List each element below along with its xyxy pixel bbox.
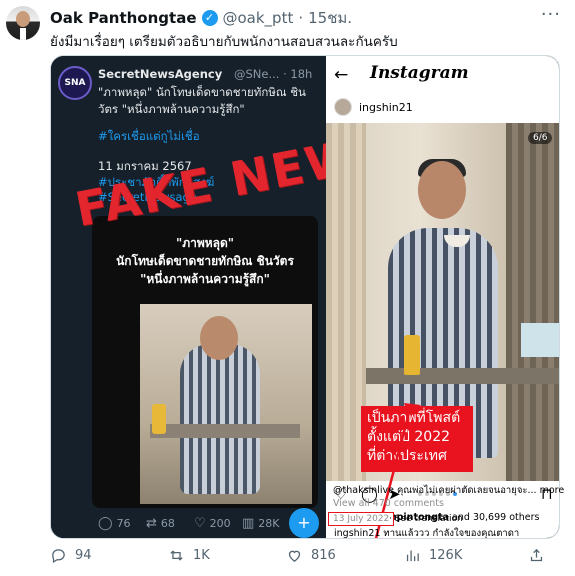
reply-count: 94 <box>75 548 92 563</box>
views-icon: ▥ <box>242 516 255 531</box>
ig-bookmark-icon: ⊓ <box>541 485 553 503</box>
inner-photo-bottle <box>152 404 166 434</box>
sna-reply-count: 76 <box>116 517 131 530</box>
ig-dot <box>432 492 436 496</box>
ig-dot <box>425 492 429 496</box>
views-count: 126K <box>429 548 463 563</box>
sna-reply: ◯ 76 <box>98 516 146 531</box>
sna-hashtag-1: #ใครเชื่อแต่กูไม่เชื่อ <box>98 129 200 143</box>
more-options-icon[interactable]: ··· <box>541 4 561 25</box>
heart-icon <box>288 550 301 562</box>
inner-photo-person <box>180 344 260 494</box>
inner-title-3: "หนึ่งภาพล้านความรู้สึก" <box>140 272 270 286</box>
ig-carousel-dots <box>418 492 457 496</box>
tweet-text: ยังมีมาเรื่อยๆ เตรียมตัวอธิบายกับพนักงาน… <box>50 34 398 50</box>
author-handle[interactable]: @oak_ptt <box>223 9 294 27</box>
reply-button[interactable]: 94 <box>50 547 92 564</box>
sna-like-count: 200 <box>209 517 231 530</box>
ig-dot <box>439 492 443 496</box>
sna-repost: ⇄ 68 <box>146 516 194 531</box>
compose-fab-icon: + <box>289 508 319 538</box>
ig-likes-suffix: and 30,699 others <box>449 512 540 523</box>
instagram-logo: Instagram <box>370 63 469 83</box>
left-screenshot-panel[interactable]: SNA SecretNewsAgency @SNe... · 18h "ภาพห… <box>51 56 399 538</box>
separator-dot: · <box>298 9 304 27</box>
ig-caption-line-1: ingshin21 ทานแล้ววว กำลังใจของคุณตาดา <box>334 528 520 539</box>
reply-icon: ◯ <box>98 516 113 531</box>
views-button[interactable]: 126K <box>404 547 462 564</box>
ig-likes-line: Liked by pimpintongta and 30,699 others <box>334 512 539 523</box>
repost-count: 1K <box>193 548 210 563</box>
ig-username: ingshin21 <box>359 101 413 114</box>
ig-photo-head <box>418 161 466 219</box>
like-count: 816 <box>311 548 336 563</box>
inner-photo <box>140 304 312 504</box>
ig-heart-icon: ♡ <box>334 485 348 503</box>
views-chart-icon <box>406 550 419 562</box>
share-icon <box>530 548 543 562</box>
sna-repost-count: 68 <box>160 517 175 530</box>
ig-dot-active <box>453 492 457 496</box>
sna-embedded-image: "ภาพหลุด" นักโทษเด็ดขาดชายทักษิณ ชินวัตร… <box>92 216 318 508</box>
share-button[interactable] <box>528 547 545 564</box>
sna-account-name: SecretNewsAgency <box>98 67 223 81</box>
ig-dot <box>446 492 450 496</box>
ig-carousel-counter: 6/6 <box>528 132 553 144</box>
like-button[interactable]: 816 <box>286 547 336 564</box>
avatar-face <box>16 11 30 27</box>
sna-views-count: 28K <box>258 517 280 530</box>
right-instagram-panel[interactable]: ← Instagram ingshin21 6/6 เป็นภาพที่โพสต… <box>326 56 559 539</box>
ig-photo-tissue-box <box>521 323 559 357</box>
tweet-header: Oak Panthongtae ✓ @oak_ptt · 15ชม. <box>50 6 352 30</box>
ig-likes-prefix: Liked by <box>334 512 377 523</box>
ig-photo-bottle <box>404 335 420 375</box>
repost-icon <box>170 550 183 561</box>
author-avatar[interactable] <box>6 6 40 40</box>
sna-post-line-1: "ภาพหลุด" นักโทษเด็ดขาดชายทักษิณ ชิน <box>98 85 306 99</box>
reply-icon <box>52 549 65 564</box>
sna-post-line-2: วัตร "หนึ่งภาพล้านความรู้สึก" <box>98 102 245 116</box>
author-name[interactable]: Oak Panthongtae <box>50 9 197 27</box>
avatar-shirt <box>20 28 26 40</box>
repost-icon: ⇄ <box>146 516 157 531</box>
secretnewsagency-logo: SNA <box>58 66 92 100</box>
ig-comment-icon: ◯ <box>361 485 378 503</box>
ig-dot <box>418 492 422 496</box>
ig-photo-table <box>366 368 559 384</box>
sna-views: ▥ 28K <box>242 516 290 531</box>
ig-likes-user: pimpintongta <box>376 512 450 523</box>
ig-share-icon: ➤ <box>388 485 401 503</box>
repost-button[interactable]: 1K <box>168 547 210 564</box>
sna-account-handle: @SNe... · 18h <box>234 67 313 81</box>
inner-photo-head <box>200 316 238 360</box>
inner-title-1: "ภาพหลุด" <box>175 236 235 250</box>
back-arrow-icon: ← <box>334 65 349 85</box>
verified-badge-icon: ✓ <box>201 10 218 26</box>
sna-like: ♡ 200 <box>194 516 242 531</box>
tweet-media[interactable]: SNA SecretNewsAgency @SNe... · 18h "ภาพห… <box>50 55 560 539</box>
tweet-action-bar: 94 1K 816 126K <box>50 547 560 569</box>
inner-title-2: นักโทษเด็ดขาดชายทักษิณ ชินวัตร <box>116 254 294 268</box>
overlay-pointer-head <box>404 403 421 415</box>
heart-icon: ♡ <box>194 516 206 531</box>
ig-user-avatar <box>334 98 352 116</box>
tweet-time[interactable]: 15ชม. <box>308 6 352 30</box>
inner-photo-table <box>150 424 300 438</box>
